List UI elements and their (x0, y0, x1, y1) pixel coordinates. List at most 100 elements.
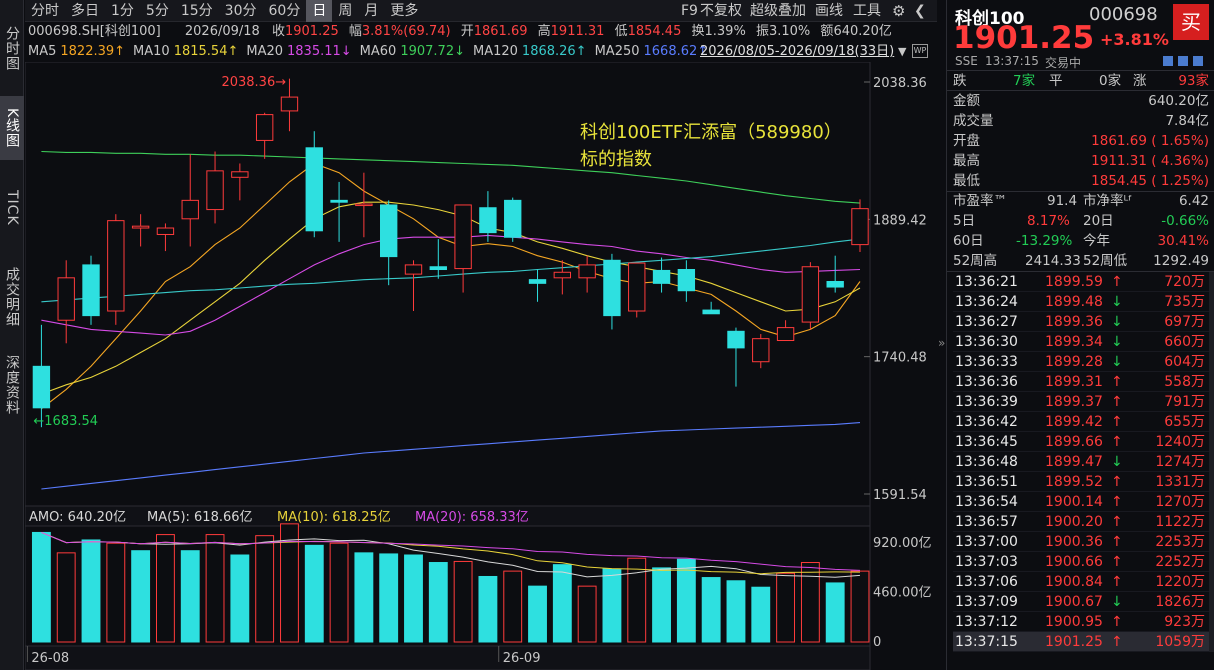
date-range[interactable]: 2026/08/05-2026/09/18(33日) (700, 42, 894, 62)
period-tab-2[interactable]: 1分 (105, 0, 140, 22)
volume-bar-down (652, 567, 671, 643)
arrow-up-icon: ↑ (1111, 394, 1123, 410)
y-tick-label: 1889.42 (873, 213, 927, 228)
arrow-down-icon: ↓ (1111, 354, 1123, 370)
period-tab-10[interactable]: 更多 (384, 0, 424, 22)
info-line: 000698.SH[科创100] 2026/09/18 收1901.25 幅3.… (28, 22, 892, 42)
volume-bar-up (255, 535, 275, 643)
draw-line-button[interactable]: 画线 (815, 0, 843, 22)
no-adjust-button[interactable]: 不复权 (700, 0, 742, 22)
tick-volume: 1122万 (1155, 514, 1205, 530)
w52l-value: 1292.49 (1153, 253, 1209, 269)
period-tab-0[interactable]: 分时 (25, 0, 65, 22)
last-price: 1901.25 (953, 20, 1095, 56)
tick-time: 13:36:51 (955, 474, 1018, 490)
close-value: 1901.25 (284, 24, 339, 39)
amount-value: 640.20亿 (833, 24, 892, 39)
volume-bar-down (180, 550, 200, 643)
tick-row: 13:36:36 1899.31 ↑ 558万 (953, 372, 1209, 392)
pb-value: 6.42 (1178, 193, 1209, 209)
period-tab-7[interactable]: 日 (306, 0, 333, 22)
fall-count: 7家 (1013, 73, 1036, 89)
arrow-up-icon: ↑ (1111, 374, 1123, 390)
volume-legend-3: MA(20): 658.33亿 (415, 510, 529, 525)
period-tab-4[interactable]: 15分 (175, 0, 219, 22)
tick-volume: 558万 (1164, 374, 1205, 390)
grid-icon[interactable] (1178, 56, 1188, 66)
change-pct: +3.81% (1100, 30, 1169, 49)
tick-time: 13:36:48 (955, 454, 1018, 470)
tick-row: 13:36:39 1899.37 ↑ 791万 (953, 392, 1209, 412)
arrow-up-icon: ↑ (1111, 534, 1123, 550)
d5-label: 5日 (953, 213, 976, 229)
index-code: 000698.SH[科创100] (28, 24, 161, 39)
left-tab-3[interactable]: 成交明细 (0, 254, 24, 340)
amount-label: 额 (820, 24, 834, 39)
tools-button[interactable]: 工具 (853, 0, 881, 22)
volume-bar-down (379, 553, 399, 643)
range-label: 幅 (348, 24, 362, 39)
volume-bar-down (354, 552, 374, 643)
tick-price: 1900.95 (1045, 614, 1103, 630)
tick-row: 13:36:48 1899.47 ↓ 1274万 (953, 452, 1209, 472)
kline-chart[interactable]: 2038.36 1889.42 1740.48 1591.54 2038.36→ ←168… (25, 62, 937, 670)
candle-up (280, 96, 299, 112)
f9-button[interactable]: F9 (681, 0, 698, 22)
w52l-label: 52周低 (1083, 253, 1128, 269)
date-axis-bar (25, 645, 871, 670)
low-value: 1854.45 (627, 24, 682, 39)
volume-bar-up (205, 534, 225, 643)
collapse-icon[interactable]: ❮ (914, 0, 926, 22)
period-tab-3[interactable]: 5分 (140, 0, 175, 22)
fall-label: 跌 (953, 73, 967, 89)
period-tab-9[interactable]: 月 (358, 0, 384, 22)
ma-legend-value-1: 1815.54↑ (173, 44, 239, 59)
volume-tick-label: 460.00亿 (873, 586, 932, 601)
buy-button[interactable]: 买 (1173, 4, 1209, 40)
edit-icon[interactable] (1163, 56, 1173, 66)
ma-legend-label-0: MA5 (28, 44, 57, 59)
plus-icon[interactable] (1193, 56, 1203, 66)
volume-tick-label: 0 (873, 635, 881, 650)
dropdown-icon[interactable]: ▼ (898, 42, 906, 62)
left-tab-2[interactable]: TICK (0, 168, 24, 248)
ma-line-ma120 (41, 238, 861, 303)
turnover-label: 换 (691, 24, 705, 39)
tick-row: 13:36:42 1899.42 ↑ 655万 (953, 412, 1209, 432)
candle-down (528, 279, 547, 284)
candle-down (380, 204, 398, 258)
left-tab-1[interactable]: K线图 (0, 96, 24, 160)
flat-label: 平 (1049, 73, 1063, 89)
period-tab-8[interactable]: 周 (332, 0, 358, 22)
volume-bar-down (31, 531, 51, 643)
arrow-up-icon: ↑ (1111, 274, 1123, 290)
wp-icon[interactable]: WP (912, 44, 928, 58)
candle-down (702, 309, 720, 315)
quote-row-value: 640.20亿 (1148, 93, 1209, 109)
period-tab-1[interactable]: 多日 (65, 0, 105, 22)
left-tab-4[interactable]: 深度资料 (0, 344, 24, 426)
breadth-row: 跌 7家 平 0家 涨 93家 (953, 71, 1209, 91)
overlay-button[interactable]: 超级叠加 (750, 0, 806, 22)
candle-up (156, 227, 175, 235)
x-tick-label: 26-08 (31, 651, 69, 666)
settings-icon[interactable]: ⚙ (892, 0, 905, 22)
volume-bar-down (404, 554, 423, 643)
scrollbar[interactable] (1209, 272, 1214, 652)
tick-time: 13:36:54 (955, 494, 1018, 510)
left-tab-0[interactable]: 分时图 (0, 4, 24, 92)
quote-row-1: 成交量 7.84亿 (953, 111, 1209, 131)
arrow-up-icon: ↑ (1111, 574, 1123, 590)
tick-volume: 660万 (1164, 334, 1205, 350)
candle-down (82, 264, 100, 317)
arrow-up-icon: ↑ (1111, 434, 1123, 450)
volume-bar-up (850, 570, 870, 643)
period-tab-6[interactable]: 60分 (263, 0, 307, 22)
candle-up (752, 338, 770, 363)
candle-up (206, 170, 224, 211)
candle-down (826, 280, 844, 288)
expand-right-icon[interactable]: » (938, 336, 945, 350)
candle-up (231, 171, 249, 178)
ma-line-ma250 (41, 422, 861, 490)
period-tab-5[interactable]: 30分 (219, 0, 263, 22)
